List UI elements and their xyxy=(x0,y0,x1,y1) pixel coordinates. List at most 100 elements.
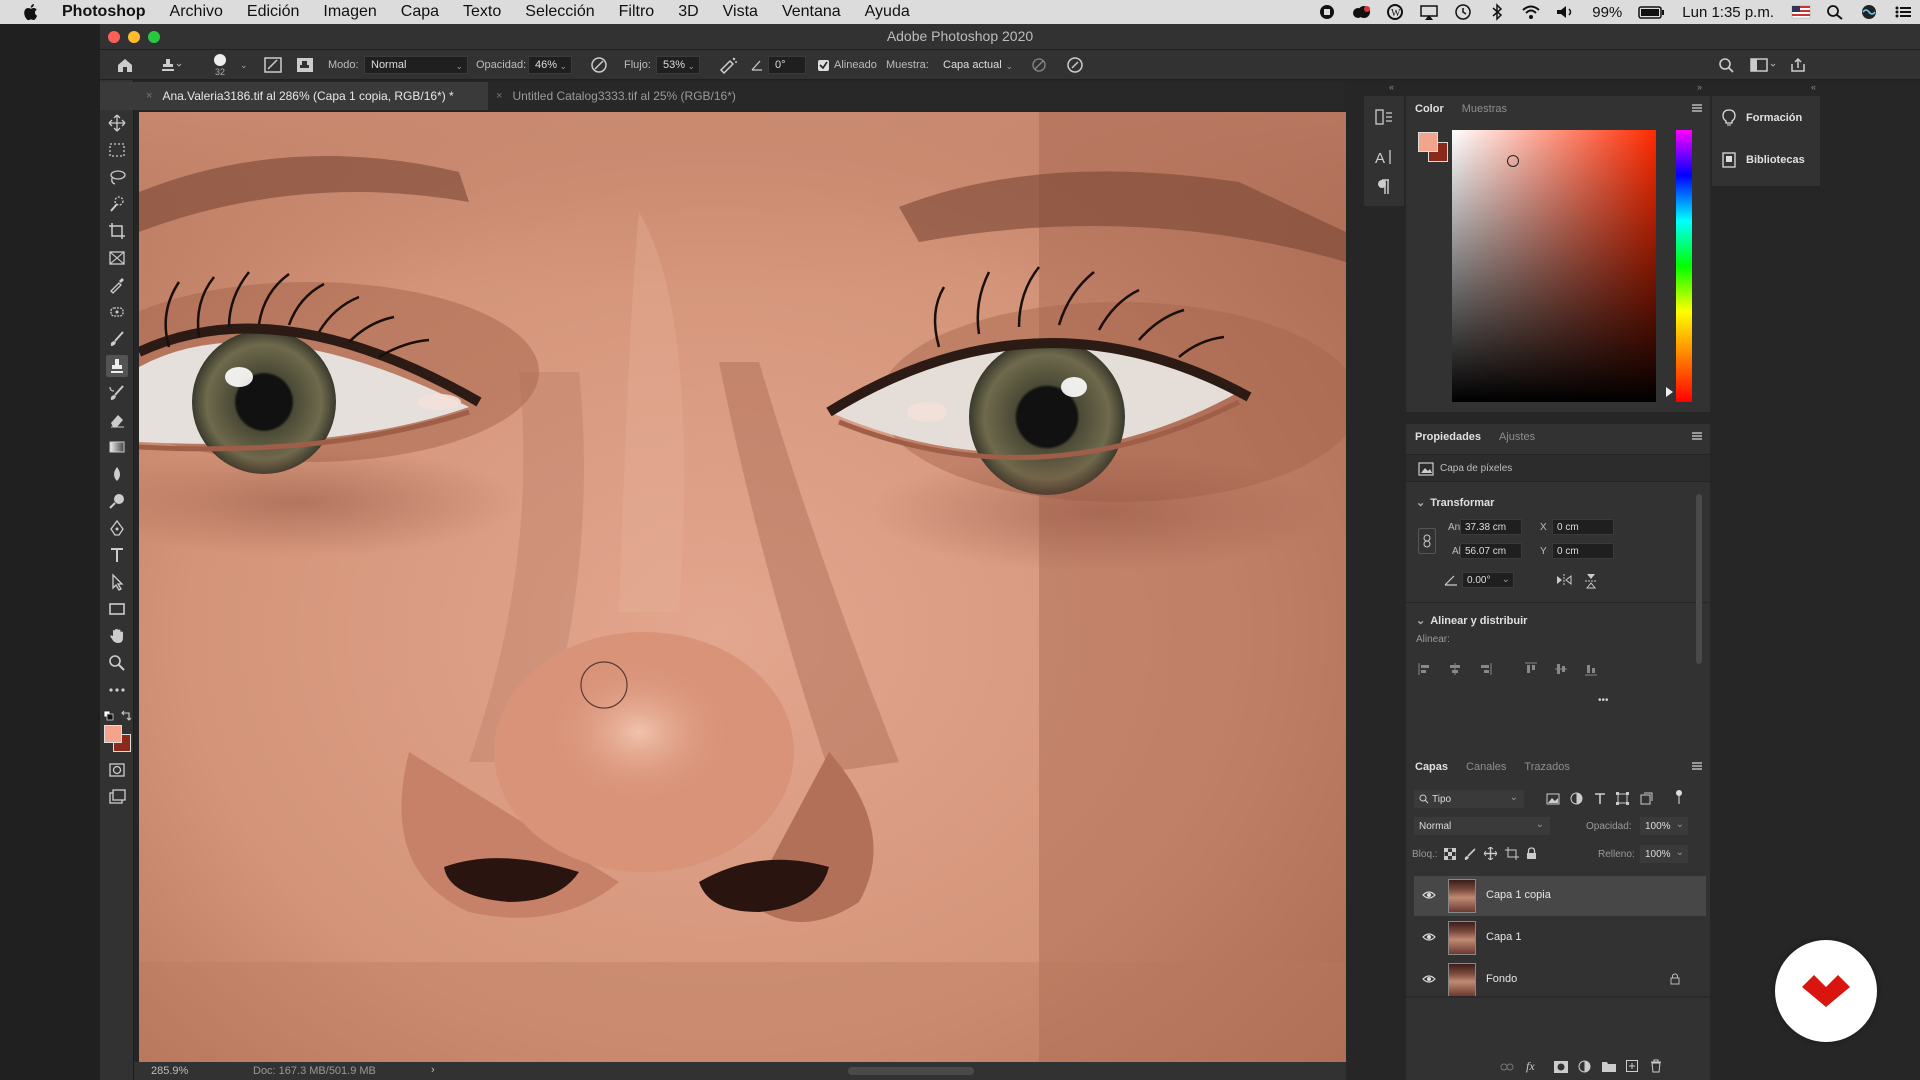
rectangle-tool-icon[interactable] xyxy=(106,598,128,620)
layer-row[interactable]: Capa 1 xyxy=(1414,918,1706,958)
flip-horizontal-icon[interactable] xyxy=(1556,573,1572,587)
share-icon[interactable] xyxy=(1790,50,1806,80)
link-layers-icon[interactable] xyxy=(1500,1063,1514,1071)
dock-collapse-left-icon[interactable]: « xyxy=(1389,82,1394,92)
layer-name[interactable]: Fondo xyxy=(1486,973,1517,985)
tab-layers[interactable]: Capas xyxy=(1406,761,1457,773)
new-adjustment-layer-icon[interactable] xyxy=(1578,1060,1591,1073)
tab-channels[interactable]: Canales xyxy=(1457,761,1515,773)
screen-mode-icon[interactable] xyxy=(106,786,128,808)
close-tab-icon[interactable]: × xyxy=(146,90,152,102)
apple-icon[interactable] xyxy=(22,0,48,24)
eyedropper-tool-icon[interactable] xyxy=(106,274,128,296)
dock-collapse-right-icon[interactable]: » xyxy=(1697,82,1702,92)
zoom-level[interactable]: 285.9% xyxy=(151,1065,188,1077)
layer-opacity-field[interactable]: 100% ⌄ xyxy=(1640,817,1688,835)
lock-image-pixels-icon[interactable] xyxy=(1464,848,1476,860)
marquee-tool-icon[interactable] xyxy=(106,139,128,161)
wordpress-icon[interactable]: W xyxy=(1384,3,1406,21)
brush-settings-panel-icon[interactable] xyxy=(264,50,282,80)
align-vertical-center-icon[interactable] xyxy=(1554,662,1568,676)
layer-visibility-eye-icon[interactable] xyxy=(1422,890,1436,900)
angle-field[interactable]: 0° xyxy=(768,56,806,74)
notification-center-icon[interactable] xyxy=(1892,3,1914,21)
hand-tool-icon[interactable] xyxy=(106,625,128,647)
side-panel-bibliotecas[interactable]: Bibliotecas xyxy=(1722,148,1805,172)
bluetooth-icon[interactable] xyxy=(1486,3,1508,21)
layer-name[interactable]: Capa 1 copia xyxy=(1486,889,1551,901)
menu-archivo[interactable]: Archivo xyxy=(158,0,235,24)
gradient-tool-icon[interactable] xyxy=(106,436,128,458)
brush-tool-icon[interactable] xyxy=(106,328,128,350)
filter-toggle-switch[interactable] xyxy=(1676,790,1682,806)
character-panel-icon[interactable]: A xyxy=(1374,148,1394,166)
menu-3d[interactable]: 3D xyxy=(666,0,710,24)
history-panel-icon[interactable] xyxy=(1374,108,1394,126)
side-panel-formacion[interactable]: Formación xyxy=(1722,106,1802,130)
rotation-field[interactable]: 0.00° ⌄ xyxy=(1462,572,1514,588)
fill-field[interactable]: 100% ⌄ xyxy=(1640,845,1688,863)
add-mask-icon[interactable] xyxy=(1554,1061,1568,1073)
clone-stamp-tool-icon[interactable] xyxy=(106,355,128,377)
lock-position-icon[interactable] xyxy=(1484,847,1497,860)
align-left-icon[interactable] xyxy=(1418,662,1432,676)
transform-section-header[interactable]: ⌄ Transformar xyxy=(1416,496,1494,509)
tab-color[interactable]: Color xyxy=(1406,103,1453,115)
tab-adjustments[interactable]: Ajustes xyxy=(1490,431,1544,443)
filter-type-icon[interactable] xyxy=(1594,792,1606,805)
battery-icon[interactable] xyxy=(1638,3,1666,21)
align-section-header[interactable]: ⌄ Alinear y distribuir xyxy=(1416,614,1527,627)
flip-vertical-icon[interactable] xyxy=(1584,573,1598,589)
aligned-checkbox-box[interactable] xyxy=(818,59,829,71)
align-right-icon[interactable] xyxy=(1478,662,1492,676)
color-picker-field[interactable] xyxy=(1452,130,1656,402)
new-group-folder-icon[interactable] xyxy=(1602,1061,1616,1072)
new-layer-icon[interactable] xyxy=(1626,1060,1638,1072)
pressure-opacity-icon[interactable] xyxy=(590,50,608,80)
zoom-tool-icon[interactable] xyxy=(106,652,128,674)
filter-shape-icon[interactable] xyxy=(1616,792,1629,805)
path-selection-tool-icon[interactable] xyxy=(106,571,128,593)
panel-fg-swatch[interactable] xyxy=(1418,132,1438,152)
pressure-size-icon[interactable] xyxy=(1066,50,1084,80)
crop-tool-icon[interactable] xyxy=(106,220,128,242)
quick-selection-tool-icon[interactable] xyxy=(106,193,128,215)
menubar-clock[interactable]: Lun 1:35 p.m. xyxy=(1682,4,1774,21)
properties-scrollbar[interactable] xyxy=(1696,494,1702,664)
edit-toolbar-icon[interactable] xyxy=(106,679,128,701)
align-top-icon[interactable] xyxy=(1524,662,1538,676)
sample-select[interactable]: Capa actual ⌄ xyxy=(936,56,1018,74)
filter-smart-object-icon[interactable] xyxy=(1640,792,1653,805)
color-picker-cursor[interactable] xyxy=(1507,155,1519,167)
workspace-switcher-icon[interactable] xyxy=(1750,50,1778,80)
tab-paths[interactable]: Trazados xyxy=(1515,761,1578,773)
layers-panel-menu-icon[interactable] xyxy=(1692,762,1702,770)
more-options-button[interactable]: ••• xyxy=(1598,695,1609,706)
far-dock-collapse-icon[interactable]: « xyxy=(1811,82,1816,92)
menu-ayuda[interactable]: Ayuda xyxy=(853,0,922,24)
hue-slider-handle-icon[interactable] xyxy=(1666,387,1673,397)
spot-healing-tool-icon[interactable] xyxy=(106,301,128,323)
flow-field[interactable]: 53% ⌄ xyxy=(656,56,700,74)
foreground-color-swatch[interactable] xyxy=(104,725,122,743)
dodge-tool-icon[interactable] xyxy=(106,490,128,512)
properties-panel-menu-icon[interactable] xyxy=(1692,432,1702,440)
wifi-icon[interactable] xyxy=(1520,3,1542,21)
close-tab-icon[interactable]: × xyxy=(496,90,502,102)
layer-row[interactable]: Fondo xyxy=(1414,960,1706,1000)
menu-app-photoshop[interactable]: Photoshop xyxy=(48,0,158,24)
doc-tab-active[interactable]: × Ana.Valeria3186.tif al 286% (Capa 1 co… xyxy=(100,82,488,110)
swap-colors-icon[interactable] xyxy=(120,710,132,722)
filter-pixel-icon[interactable] xyxy=(1546,793,1560,805)
pen-tool-icon[interactable] xyxy=(106,517,128,539)
airbrush-icon[interactable] xyxy=(718,50,738,80)
x-field[interactable]: 0 cm xyxy=(1552,519,1614,535)
status-menu-arrow[interactable]: › xyxy=(431,1064,435,1076)
paragraph-panel-icon[interactable] xyxy=(1376,178,1390,196)
lasso-tool-icon[interactable] xyxy=(106,166,128,188)
document-canvas[interactable] xyxy=(139,112,1346,1062)
delete-layer-icon[interactable] xyxy=(1650,1059,1662,1073)
height-field[interactable]: 56.07 cm xyxy=(1460,543,1522,559)
brush-dropdown-chevron-icon[interactable]: ⌄ xyxy=(240,50,248,80)
lock-all-icon[interactable] xyxy=(1526,847,1537,860)
